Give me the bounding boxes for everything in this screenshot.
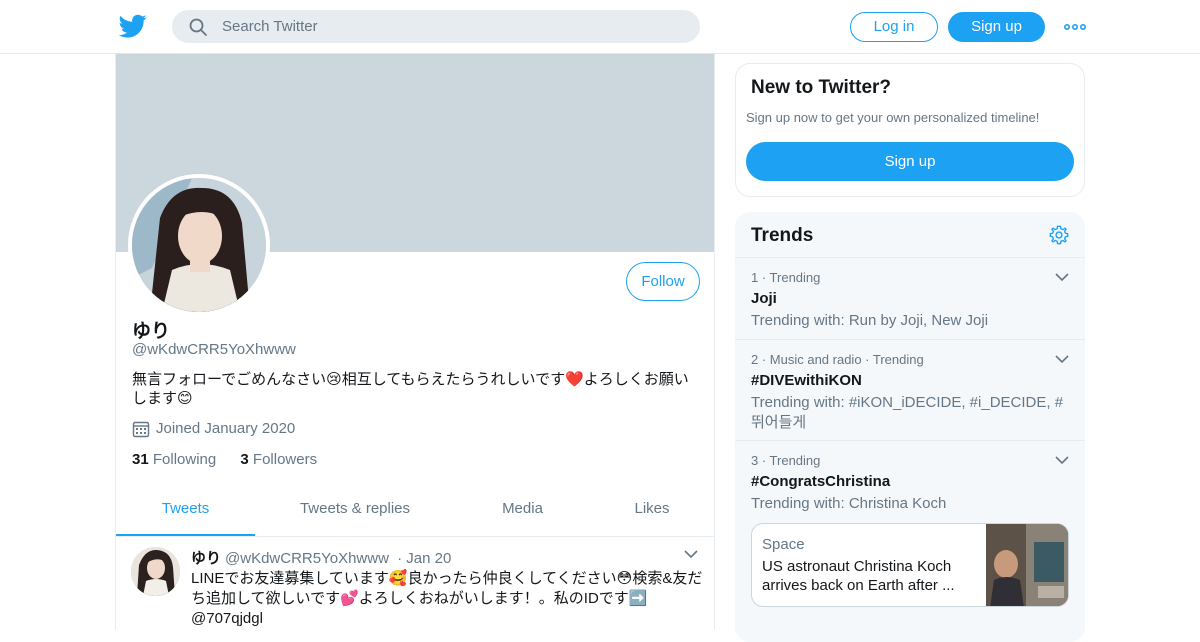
top-bar: Log in Sign up [0, 0, 1200, 54]
search-icon [189, 18, 207, 36]
joined-date: Joined January 2020 [132, 420, 295, 438]
news-category: Space [762, 536, 805, 553]
tab-tweets[interactable]: Tweets [116, 487, 255, 536]
following-link[interactable]: 31 Following [132, 451, 216, 468]
profile-name: ゆり [132, 321, 171, 342]
trend-context: Trending with: Christina Koch [751, 495, 947, 512]
news-headline: US astronaut Christina Koch arrives back… [762, 558, 955, 594]
new-to-twitter-title: New to Twitter? [751, 77, 892, 98]
news-card[interactable]: Space US astronaut Christina Koch arrive… [751, 523, 1069, 607]
avatar[interactable] [128, 174, 270, 316]
gear-icon[interactable] [1048, 224, 1070, 246]
trend-item[interactable]: 2 · Music and radio · Trending #DIVEwith… [735, 339, 1085, 440]
followers-link[interactable]: 3 Followers [240, 451, 317, 468]
chevron-down-icon[interactable] [1055, 272, 1069, 282]
trends-panel: Trends 1 · Trending Joji Trending with: … [735, 212, 1085, 642]
profile-stats: 31 Following 3 Followers [132, 451, 317, 468]
tweet-date[interactable]: · Jan 20 [397, 550, 451, 567]
follow-button[interactable]: Follow [626, 262, 700, 301]
trend-context: Trending with: #iKON_iDECIDE, #i_DECIDE,… [751, 394, 1064, 431]
profile-tabs: Tweets Tweets & replies Media Likes [116, 487, 714, 537]
trend-meta: 3 · Trending [751, 453, 821, 468]
trend-title: #DIVEwithiKON [751, 372, 862, 389]
tweet-author-name[interactable]: ゆり [191, 550, 221, 567]
tweet-text: LINEでお友達募集しています🥰良かったら仲良くしてください😳検索&友だち追加し… [191, 570, 703, 627]
tweet-avatar[interactable] [131, 547, 180, 596]
trend-item[interactable]: 1 · Trending Joji Trending with: Run by … [735, 257, 1085, 339]
tweet[interactable]: ゆり @wKdwCRR5YoXhwww · Jan 20 LINEでお友達募集して… [116, 537, 714, 630]
calendar-icon [132, 421, 150, 438]
signup-button[interactable]: Sign up [948, 12, 1045, 42]
tweet-author-handle[interactable]: @wKdwCRR5YoXhwww [225, 550, 389, 567]
following-count: 31 [132, 451, 149, 468]
tweet-header: ゆり @wKdwCRR5YoXhwww · Jan 20 [191, 547, 451, 568]
more-dots-icon[interactable] [1063, 17, 1087, 37]
twitter-bird-icon[interactable] [119, 12, 147, 40]
profile-bio: 無言フォローでごめんなさい😢相互してもらえたらうれしいです❤️よろしくお願いしま… [132, 371, 689, 407]
following-label: Following [152, 451, 217, 468]
new-to-twitter-box: New to Twitter? Sign up now to get your … [735, 63, 1085, 197]
new-to-twitter-desc: Sign up now to get your own personalized… [746, 110, 1040, 125]
joined-label: Joined January 2020 [156, 420, 296, 437]
chevron-down-icon[interactable] [1055, 455, 1069, 465]
search-box[interactable] [172, 10, 700, 43]
login-button[interactable]: Log in [850, 12, 938, 42]
profile-column: Follow ゆり @wKdwCRR5YoXhwww 無言フォローでごめんなさい… [115, 54, 715, 630]
profile-handle: @wKdwCRR5YoXhwww [132, 341, 296, 358]
trend-title: Joji [751, 290, 777, 307]
trend-meta: 2 · Music and radio · Trending [751, 352, 924, 367]
trend-context: Trending with: Run by Joji, New Joji [751, 312, 989, 329]
trend-meta: 1 · Trending [751, 270, 821, 285]
search-input[interactable] [222, 10, 682, 43]
news-thumbnail [986, 524, 1068, 606]
tab-likes[interactable]: Likes [590, 487, 714, 536]
trends-title: Trends [751, 225, 814, 246]
trend-title: #CongratsChristina [751, 473, 891, 490]
tab-media[interactable]: Media [455, 487, 590, 536]
followers-count: 3 [240, 451, 249, 468]
sidebar-signup-button[interactable]: Sign up [746, 142, 1074, 181]
chevron-down-icon[interactable] [684, 549, 698, 559]
chevron-down-icon[interactable] [1055, 354, 1069, 364]
followers-label: Followers [252, 451, 318, 468]
trend-item[interactable]: 3 · Trending #CongratsChristina Trending… [735, 440, 1085, 622]
tab-tweets-replies[interactable]: Tweets & replies [255, 487, 455, 536]
